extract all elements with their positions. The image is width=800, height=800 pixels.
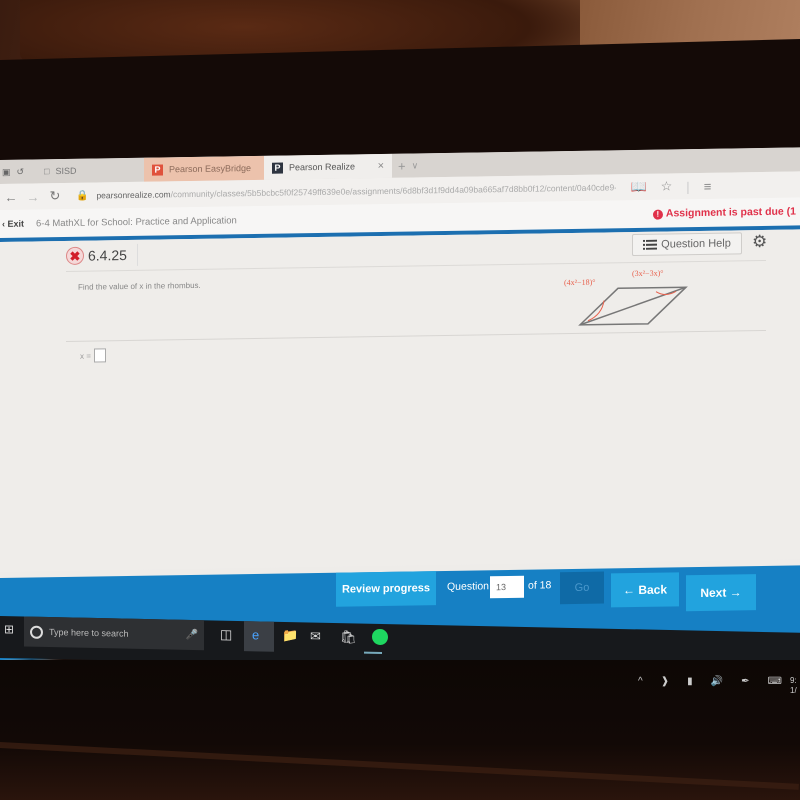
tabs-aside-icon[interactable]: ▣ — [2, 166, 11, 177]
question-number-box: ✖ 6.4.25 — [66, 243, 138, 267]
edge-taskbar-button[interactable]: e — [244, 621, 274, 652]
answer-row: x = — [80, 348, 106, 363]
mail-icon[interactable]: ✉ — [310, 628, 321, 644]
task-view-icon[interactable]: ◫ — [220, 627, 232, 643]
angle-label-right: (3x²−3x)° — [632, 269, 663, 278]
question-help-label: Question Help — [661, 237, 731, 251]
new-tab-button[interactable]: + — [392, 158, 412, 173]
reading-view-icon[interactable]: 📖 — [630, 179, 646, 195]
exit-label: Exit — [7, 218, 25, 229]
forward-arrow-icon[interactable]: → — [22, 189, 44, 204]
question-total: of 18 — [528, 579, 552, 592]
clock-time: 9: — [790, 676, 797, 685]
pearson-logo-icon: P — [152, 163, 163, 176]
tab-title: P Pearson Realize — [272, 161, 356, 174]
pearson-logo-icon: P — [272, 162, 283, 174]
question-number: 6.4.25 — [88, 247, 127, 264]
microphone-icon[interactable]: 🎤 — [186, 629, 198, 640]
question-area: ✖ 6.4.25 Question Help ⚙ Find the value … — [0, 229, 800, 572]
question-number-input[interactable] — [490, 575, 524, 599]
lock-icon: 🔒 — [76, 190, 89, 202]
course-title: 6-4 MathXL for School: Practice and Appl… — [36, 214, 237, 229]
pen-icon[interactable]: ✒ — [741, 676, 749, 687]
tab-label: Pearson Realize — [289, 161, 356, 173]
alert-icon: ! — [652, 209, 663, 220]
system-tray: ^ ❱ ▮ 🔊 ✒ ⌨ — [638, 676, 782, 687]
show-tabs-icon[interactable]: ↺ — [17, 166, 25, 177]
chevron-down-icon[interactable]: ∨ — [412, 160, 419, 171]
keyboard-icon[interactable]: ⌨ — [767, 676, 781, 687]
rhombus-figure: (4x²−18)° (3x²−3x)° — [564, 269, 688, 326]
next-button[interactable]: Next → — [686, 574, 756, 612]
windows-start-icon[interactable]: ⊞ — [4, 622, 14, 636]
page-icon: □ — [44, 166, 50, 177]
review-progress-button[interactable]: Review progress — [336, 571, 436, 607]
angle-label-left: (4x²−18)° — [564, 278, 595, 287]
question-prompt: Find the value of x in the rhombus. — [78, 280, 201, 292]
taskbar-search[interactable]: Type here to search 🎤 — [24, 616, 204, 651]
wifi-icon[interactable]: ❱ — [661, 676, 669, 687]
clock-date: 1/ — [790, 686, 797, 695]
url-path: /community/classes/5b5bcbc5f0f25749ff639… — [170, 182, 617, 200]
favorite-star-icon[interactable]: ☆ — [661, 178, 673, 194]
go-button[interactable]: Go — [560, 571, 604, 605]
volume-icon[interactable]: 🔊 — [711, 676, 723, 687]
question-help-button[interactable]: Question Help — [632, 232, 742, 257]
url-field[interactable]: pearsonrealize.com/community/classes/5b5… — [96, 182, 616, 200]
divider — [66, 329, 766, 342]
search-placeholder: Type here to search — [49, 627, 129, 639]
answer-label: x = — [80, 351, 91, 361]
address-actions: 📖 ☆ | ≡ — [630, 178, 711, 195]
rhombus-diagonal — [579, 286, 687, 326]
exit-button[interactable]: ‹ Exit — [0, 218, 36, 229]
active-indicator — [364, 651, 382, 655]
answer-input[interactable] — [93, 348, 106, 363]
back-arrow-icon[interactable]: ← — [0, 189, 22, 204]
question-label: Question — [447, 580, 490, 593]
tab-label: Pearson EasyBridge — [169, 163, 252, 175]
close-tab-icon[interactable]: × — [378, 160, 384, 172]
spotify-icon[interactable] — [372, 628, 388, 646]
refresh-icon[interactable]: ↻ — [44, 188, 66, 204]
taskbar-clock[interactable]: 9: 1/ — [790, 676, 797, 696]
tab-label: SISD — [55, 165, 77, 177]
laptop-screen: ▣ ↺ □ SISD P Pearson EasyBridge P Pearso… — [0, 147, 800, 660]
url-host: pearsonrealize.com — [96, 189, 171, 201]
hub-menu-icon[interactable]: ≡ — [704, 178, 712, 193]
edge-icon: e — [252, 627, 260, 643]
tab-pearson-easybridge[interactable]: P Pearson EasyBridge — [144, 155, 264, 182]
tab-pearson-realize[interactable]: P Pearson Realize × — [264, 153, 392, 180]
divider: | — [686, 178, 690, 194]
cortana-icon — [30, 625, 43, 639]
tab-sisd[interactable]: □ SISD — [36, 158, 144, 184]
back-button[interactable]: ← Back — [611, 572, 679, 608]
incorrect-x-icon: ✖ — [66, 246, 84, 265]
store-icon[interactable]: 🛍 — [340, 629, 357, 645]
show-hidden-icons-chevron-up-icon[interactable]: ^ — [638, 676, 643, 687]
gear-icon[interactable]: ⚙ — [752, 232, 767, 252]
past-due-alert: ! Assignment is past due (1 — [652, 205, 800, 220]
list-icon — [643, 239, 658, 250]
file-explorer-icon[interactable]: 📁 — [282, 628, 298, 644]
battery-icon[interactable]: ▮ — [687, 676, 693, 687]
past-due-text: Assignment is past due (1 — [665, 205, 796, 220]
tab-actions: ▣ ↺ — [0, 166, 36, 178]
